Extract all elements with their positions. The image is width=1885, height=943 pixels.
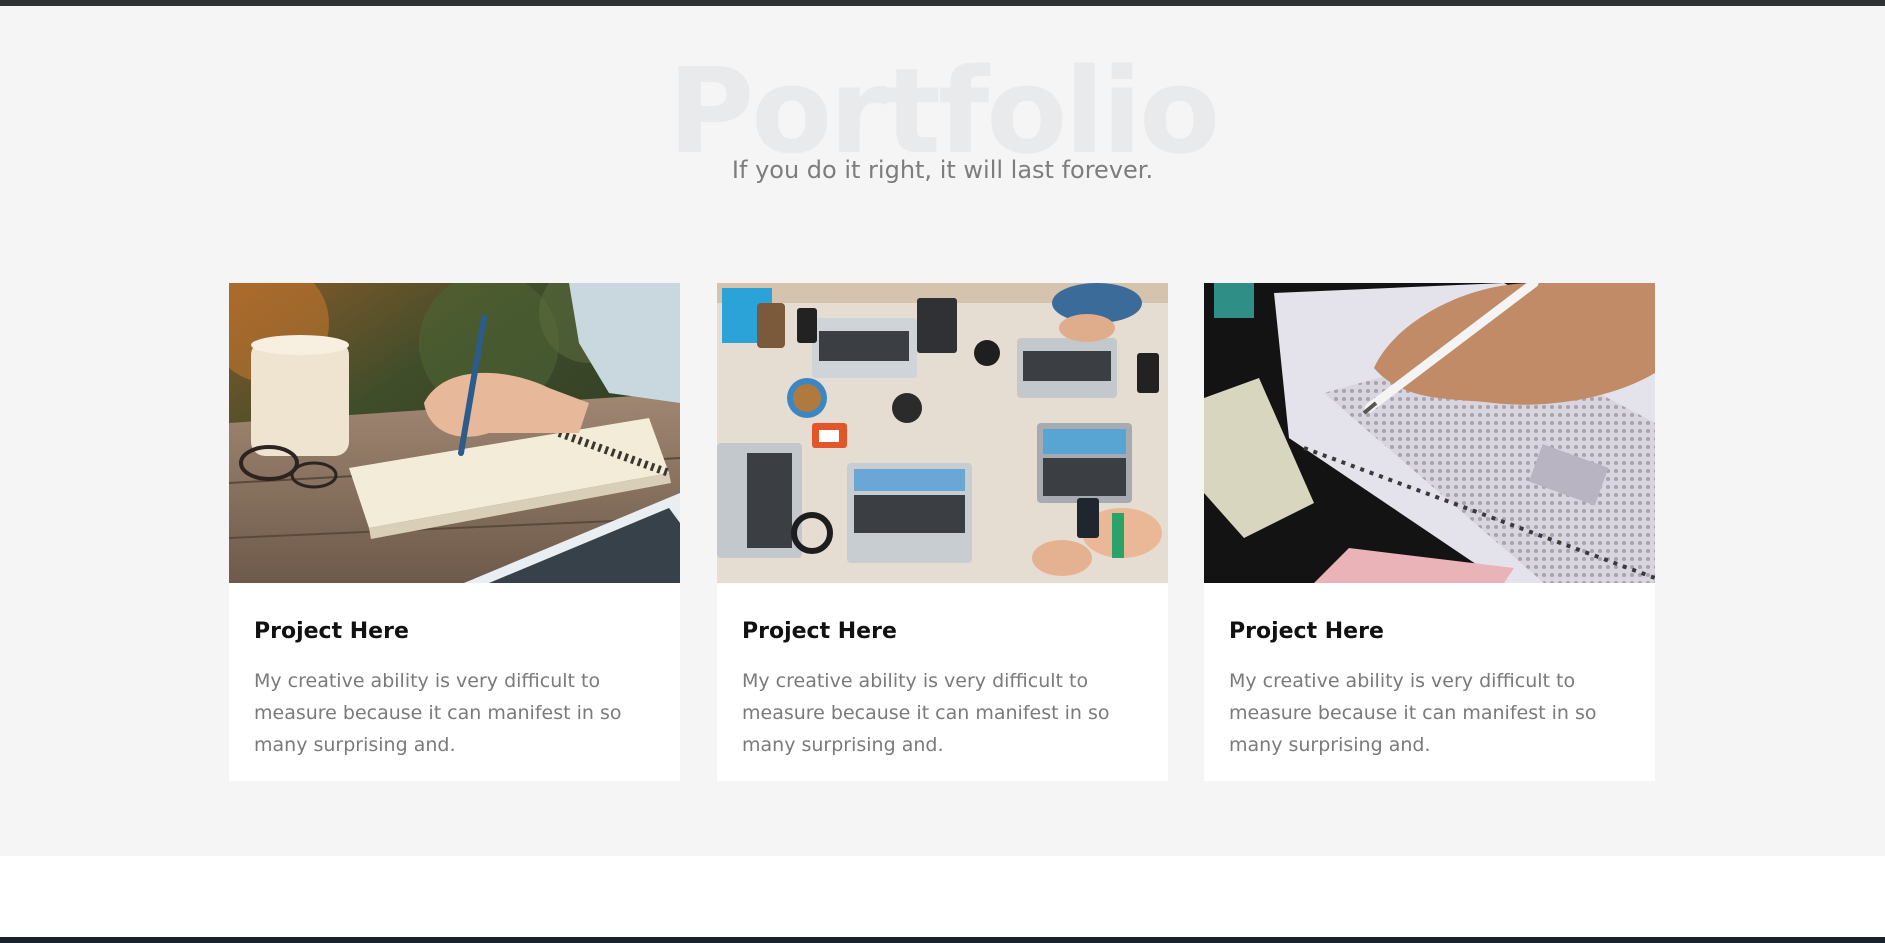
project-title[interactable]: Project Here xyxy=(1229,617,1384,647)
project-description: My creative ability is very difficult to… xyxy=(254,670,622,756)
project-image-answer-sheet[interactable] xyxy=(1204,283,1655,583)
project-image-team-desk[interactable] xyxy=(717,283,1168,583)
project-card[interactable]: Project Here My creative ability is very… xyxy=(1204,283,1655,781)
team-laptops-desk-photo xyxy=(717,283,1168,583)
project-description: My creative ability is very difficult to… xyxy=(742,670,1110,756)
project-cards: Project Here My creative ability is very… xyxy=(229,283,1655,781)
project-card[interactable]: Project Here My creative ability is very… xyxy=(229,283,680,781)
project-title[interactable]: Project Here xyxy=(742,617,897,647)
project-image-writing[interactable] xyxy=(229,283,680,583)
section-heading: Portfolio If you do it right, it will la… xyxy=(0,6,1885,206)
project-title[interactable]: Project Here xyxy=(254,617,409,647)
footer-bar xyxy=(0,937,1885,943)
answer-sheet-pencil-photo xyxy=(1204,283,1655,583)
project-description: My creative ability is very difficult to… xyxy=(1229,670,1597,756)
section-subtitle: If you do it right, it will last forever… xyxy=(731,156,1154,184)
writing-notebook-photo xyxy=(229,283,680,583)
portfolio-section: Portfolio If you do it right, it will la… xyxy=(0,6,1885,856)
project-card[interactable]: Project Here My creative ability is very… xyxy=(717,283,1168,781)
